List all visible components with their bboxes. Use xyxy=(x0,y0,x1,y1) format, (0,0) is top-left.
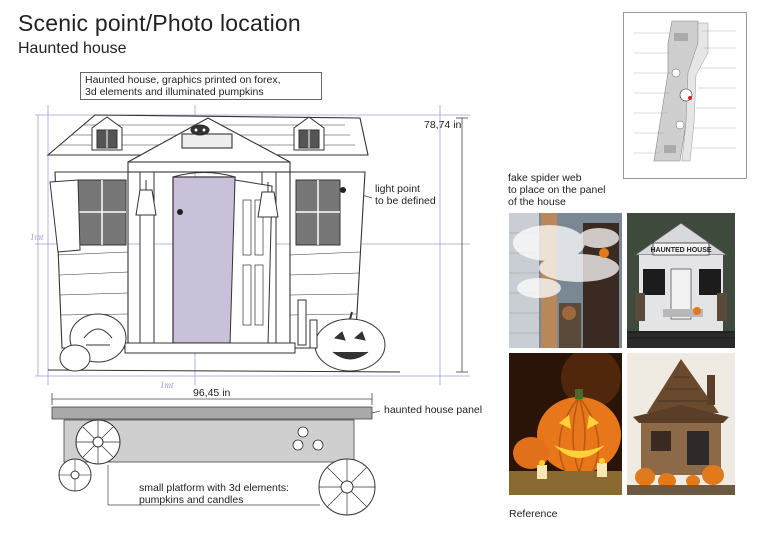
site-map-thumbnail xyxy=(623,12,747,179)
spider-web-note: fake spider web to place on the panel of… xyxy=(508,172,606,208)
reference-caption: Reference xyxy=(509,508,558,520)
light-point-line-2: to be defined xyxy=(375,195,436,207)
platform-label: small platform with 3d elements: pumpkin… xyxy=(139,482,289,506)
reference-photo-miniature-house xyxy=(627,353,735,495)
panel-label: haunted house panel xyxy=(384,404,483,416)
platform-line-2: pumpkins and candles xyxy=(139,494,244,506)
width-dimension-text: 96,45 in xyxy=(193,387,231,399)
reference-photo-jack-o-lantern xyxy=(509,353,622,495)
reference-photo-spider-web xyxy=(509,213,622,348)
spider-web-line-3: of the house xyxy=(508,196,566,208)
light-point-line-1: light point xyxy=(375,183,420,195)
platform-line-1: small platform with 3d elements: xyxy=(139,482,289,494)
panel-leader xyxy=(371,410,381,414)
spider-web-line-2: to place on the panel xyxy=(508,184,606,196)
scale-mark-vertical: 1mt xyxy=(30,232,44,242)
reference-photo-facade: HAUNTED HOUSE xyxy=(627,213,735,348)
height-dimension-line xyxy=(456,117,468,373)
haunted-house-drawing: 78,74 in 96,45 in 1mt 1mt xyxy=(30,105,470,516)
spider-web-line-1: fake spider web xyxy=(508,172,582,184)
front-door xyxy=(172,172,273,346)
photo-sign-text: HAUNTED HOUSE xyxy=(650,247,711,254)
house-panel xyxy=(51,406,373,420)
site-map-graphic xyxy=(634,20,736,162)
scale-mark-horizontal: 1mt xyxy=(160,380,174,390)
height-dimension-text: 78,74 in xyxy=(424,119,462,131)
light-point-label: light point to be defined xyxy=(375,183,436,207)
